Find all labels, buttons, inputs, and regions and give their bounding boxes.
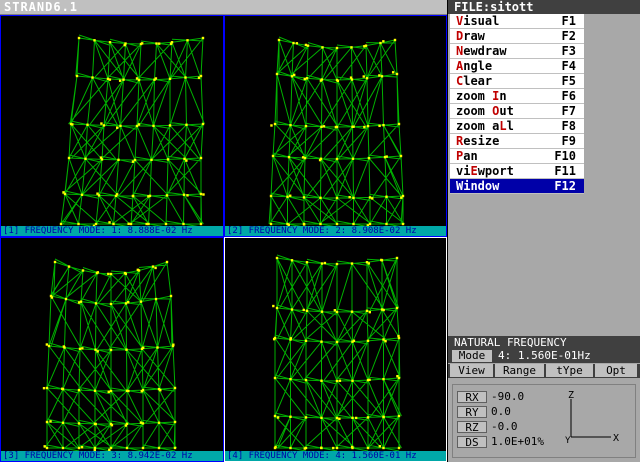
viewport-3[interactable]: [3] FREQUENCY MODE: 3: 8.942E-02 Hz xyxy=(0,237,224,462)
mode-shape-drawing xyxy=(268,36,405,228)
viewport-1[interactable]: [1] FREQUENCY MODE: 1: 8.888E-02 Hz xyxy=(0,15,224,237)
app-title: STRAND6.1 xyxy=(4,0,79,14)
viewport-2[interactable]: [2] FREQUENCY MODE: 2: 8.908E-02 Hz xyxy=(224,15,447,237)
mode-shape-drawing xyxy=(272,254,402,452)
menu-item-window[interactable]: Window F12 xyxy=(450,179,584,194)
menu-item-clear[interactable]: Clear F5 xyxy=(450,74,584,89)
menu-item-zoom-in[interactable]: zoom In F6 xyxy=(450,89,584,104)
file-name-bar: FILE:sitott xyxy=(448,0,640,14)
menu-item-zoom-out[interactable]: zoom Out F7 xyxy=(450,104,584,119)
mode-label-button[interactable]: Mode xyxy=(452,350,492,362)
tab-view[interactable]: View xyxy=(450,364,494,377)
menu-item-zoom-all[interactable]: zoom aLl F8 xyxy=(450,119,584,134)
mode-shape-drawing xyxy=(42,258,177,452)
function-menu: Visual F1 Draw F2 Newdraw F3 Angle F4 Clear F… xyxy=(450,14,584,194)
menu-item-viewport[interactable]: viEwport F11 xyxy=(450,164,584,179)
viewport-caption: [2] FREQUENCY MODE: 2: 8.908E-02 Hz xyxy=(225,226,446,236)
menu-item-resize[interactable]: Resize F9 xyxy=(450,134,584,149)
menu-item-pan[interactable]: Pan F10 xyxy=(450,149,584,164)
viewport-caption: [4] FREQUENCY MODE: 4: 1.560E-01 Hz xyxy=(225,451,446,461)
axis-y-label: Y xyxy=(565,436,571,446)
natural-frequency-title: NATURAL FREQUENCY xyxy=(448,336,640,349)
menu-item-visual[interactable]: Visual F1 xyxy=(450,14,584,29)
app-title-bar: STRAND6.1 xyxy=(0,0,447,15)
view-settings-box: RX -90.0 RY 0.0 RZ -0.0 DS 1.0E+01% Z X Y xyxy=(452,384,636,458)
menu-item-angle[interactable]: Angle F4 xyxy=(450,59,584,74)
axis-z-label: Z xyxy=(568,391,574,401)
axis-x-label: X xyxy=(613,433,619,444)
tab-type[interactable]: tYpe xyxy=(546,364,594,377)
viewport-caption: [1] FREQUENCY MODE: 1: 8.888E-02 Hz xyxy=(1,226,223,236)
menu-item-draw[interactable]: Draw F2 xyxy=(450,29,584,44)
viewport-4[interactable]: [4] FREQUENCY MODE: 4: 1.560E-01 Hz xyxy=(224,237,447,462)
option-tabs: View Range tYpe Opt xyxy=(448,364,640,378)
mode-row: Mode 4: 1.560E-01Hz xyxy=(448,349,640,363)
viewport-caption: [3] FREQUENCY MODE: 3: 8.942E-02 Hz xyxy=(1,451,223,461)
tab-range[interactable]: Range xyxy=(495,364,545,377)
tab-opt[interactable]: Opt xyxy=(595,364,638,377)
axis-triad-icon: Z X Y xyxy=(565,391,619,446)
control-panel: FILE:sitott Visual F1 Draw F2 Newdraw F3 An… xyxy=(448,0,640,462)
mode-value: 4: 1.560E-01Hz xyxy=(498,349,591,362)
menu-item-newdraw[interactable]: Newdraw F3 xyxy=(450,44,584,59)
mode-shape-drawing xyxy=(59,34,205,228)
